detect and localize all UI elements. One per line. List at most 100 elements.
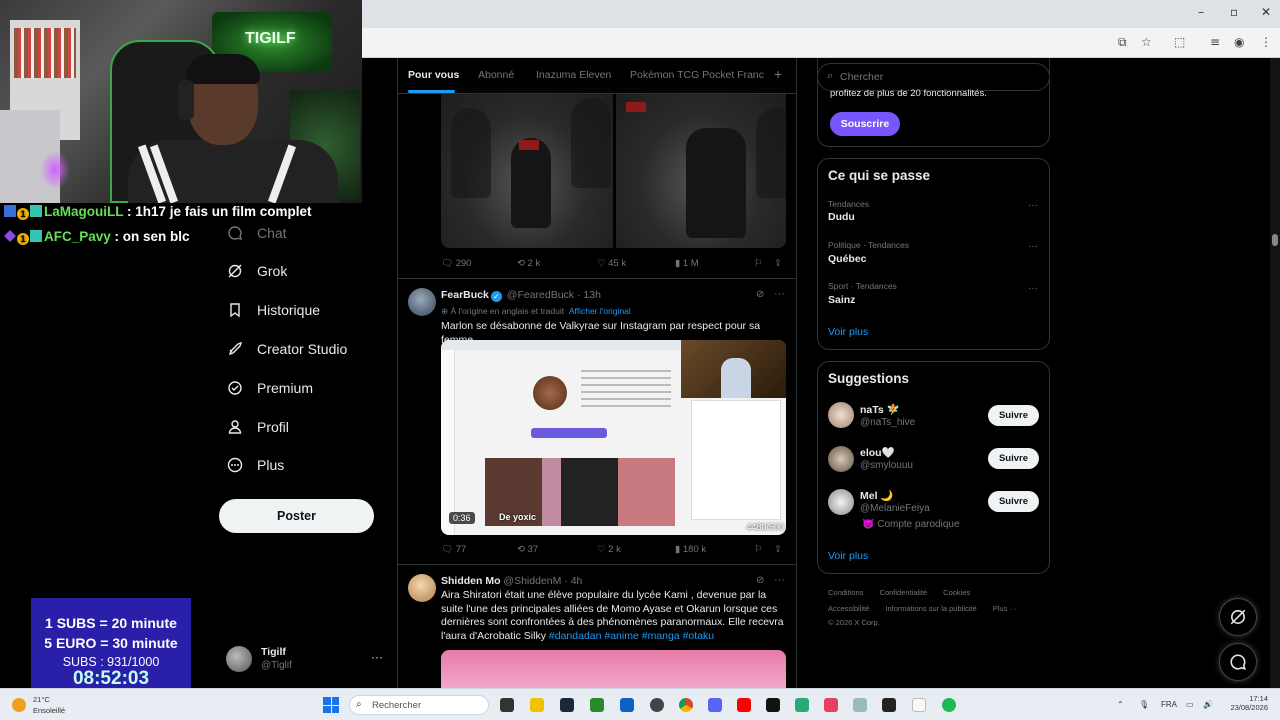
notepad-icon[interactable] bbox=[912, 698, 926, 712]
suggestions-see-more-link[interactable]: Voir plus bbox=[828, 550, 868, 562]
file-explorer-icon[interactable] bbox=[530, 698, 544, 712]
maximize-icon[interactable]: ▫ bbox=[1230, 5, 1238, 19]
grok-icon[interactable]: ⊘ bbox=[756, 289, 764, 300]
bookmark-icon[interactable]: ⚐ bbox=[754, 258, 763, 269]
tweet-video[interactable]: 0:36 De yoxic 4480/500 bbox=[441, 340, 786, 535]
tab-inazuma-eleven[interactable]: Inazuma Eleven bbox=[536, 69, 611, 81]
more-dots-icon[interactable]: ··· bbox=[774, 288, 785, 300]
footer-link[interactable]: Plus ··· bbox=[993, 604, 1017, 613]
more-dots-icon[interactable]: ··· bbox=[1028, 241, 1038, 252]
reply-action[interactable]: 🗨 290 bbox=[441, 258, 472, 269]
nav-item-grok[interactable]: Grok bbox=[226, 257, 287, 285]
show-original-link[interactable]: Afficher l'original bbox=[569, 306, 631, 316]
bookmark-icon[interactable]: ⚐ bbox=[754, 544, 763, 555]
language-indicator[interactable]: FRA bbox=[1161, 700, 1177, 709]
more-dots-icon[interactable]: ··· bbox=[1028, 200, 1038, 211]
tweet-time[interactable]: · 4h bbox=[564, 575, 582, 587]
tab-for-you[interactable]: Pour vous bbox=[408, 69, 459, 81]
tweet-image[interactable] bbox=[441, 88, 613, 248]
avatar[interactable] bbox=[408, 574, 436, 602]
nav-item-plus[interactable]: Plus bbox=[226, 451, 284, 479]
views-action[interactable]: ▮ 180 k bbox=[675, 544, 706, 555]
footer-link[interactable]: Accessibilité bbox=[828, 604, 869, 613]
media-icon[interactable]: ≡ bbox=[1210, 35, 1220, 49]
tweet-author-name[interactable]: FearBuck bbox=[441, 289, 489, 301]
nav-item-creator-studio[interactable]: Creator Studio bbox=[226, 335, 347, 363]
share-icon[interactable]: ⇪ bbox=[774, 258, 782, 269]
tab-pokemon-tcg[interactable]: Pokémon TCG Pocket Franc bbox=[630, 69, 764, 81]
weather-icon[interactable] bbox=[12, 698, 26, 712]
nav-item-premium[interactable]: Premium bbox=[226, 374, 313, 402]
discord-icon[interactable] bbox=[708, 698, 722, 712]
taskbar-search[interactable]: ⌕ Rechercher bbox=[349, 695, 489, 715]
footer-link[interactable]: Cookies bbox=[943, 588, 970, 597]
follow-button[interactable]: Suivre bbox=[988, 405, 1039, 426]
task-view-icon[interactable] bbox=[500, 698, 514, 712]
tweet-time[interactable]: · 13h bbox=[577, 289, 601, 301]
tweet-author-name[interactable]: Shidden Mo bbox=[441, 575, 501, 587]
tweet-divider bbox=[398, 278, 796, 279]
tweet-image[interactable] bbox=[616, 88, 786, 248]
obs-icon[interactable] bbox=[650, 698, 664, 712]
scrollbar[interactable] bbox=[1270, 58, 1280, 688]
app-icon[interactable] bbox=[590, 698, 604, 712]
install-app-icon[interactable]: ⧉ bbox=[1118, 35, 1127, 50]
footer-link[interactable]: Informations sur la publicité bbox=[885, 604, 976, 613]
trends-see-more-link[interactable]: Voir plus bbox=[828, 326, 868, 338]
post-button[interactable]: Poster bbox=[219, 499, 374, 533]
spotify-icon[interactable] bbox=[942, 698, 956, 712]
network-icon[interactable]: ▭ bbox=[1186, 700, 1194, 709]
nav-item-historique[interactable]: Historique bbox=[226, 296, 320, 324]
footer-link[interactable]: Conditions bbox=[828, 588, 863, 597]
more-dots-icon[interactable]: ··· bbox=[774, 574, 785, 586]
tiktok-icon[interactable] bbox=[766, 698, 780, 712]
views-action[interactable]: ▮ 1 M bbox=[675, 258, 699, 269]
more-dots-icon[interactable]: ··· bbox=[1028, 283, 1038, 294]
subscribe-button[interactable]: Souscrire bbox=[830, 112, 900, 136]
tweet-hashtags[interactable]: #dandadan #anime #manga #otaku bbox=[549, 630, 714, 642]
minimize-icon[interactable]: – bbox=[1198, 5, 1204, 19]
microphone-icon[interactable]: 🎙 bbox=[1139, 700, 1149, 709]
footer-link[interactable]: Confidentialité bbox=[880, 588, 928, 597]
tweet-author-handle[interactable]: @FearedBuck bbox=[507, 289, 574, 301]
share-icon[interactable]: ⇪ bbox=[774, 544, 782, 555]
follow-button[interactable]: Suivre bbox=[988, 448, 1039, 469]
steam-icon[interactable] bbox=[560, 698, 574, 712]
retweet-action[interactable]: ⟲ 2 k bbox=[517, 258, 540, 269]
youtube-icon[interactable] bbox=[737, 698, 751, 712]
grok-floating-button[interactable] bbox=[1219, 598, 1257, 636]
like-action[interactable]: ♡ 2 k bbox=[597, 544, 621, 555]
like-action[interactable]: ♡ 45 k bbox=[597, 258, 626, 269]
tweet-author-handle[interactable]: @ShiddenM bbox=[503, 575, 561, 587]
menu-dots-icon[interactable]: ⋮ bbox=[1260, 35, 1272, 49]
extensions-icon[interactable]: ⬚ bbox=[1174, 35, 1185, 49]
reply-action[interactable]: 🗨 77 bbox=[441, 544, 466, 555]
tweet-image[interactable] bbox=[441, 650, 786, 688]
avatar[interactable] bbox=[408, 288, 436, 316]
app-icon[interactable] bbox=[620, 698, 634, 712]
messages-floating-button[interactable] bbox=[1219, 643, 1257, 681]
start-icon[interactable] bbox=[323, 697, 339, 713]
account-icon[interactable]: ◉ bbox=[1234, 35, 1244, 49]
close-icon[interactable]: ✕ bbox=[1261, 5, 1271, 19]
epic-games-icon[interactable] bbox=[882, 698, 896, 712]
follow-button[interactable]: Suivre bbox=[988, 491, 1039, 512]
chat-icon bbox=[226, 224, 244, 242]
grok-icon[interactable]: ⊘ bbox=[756, 575, 764, 586]
nav-item-chat[interactable]: Chat bbox=[226, 219, 287, 247]
account-switcher[interactable]: Tigilf @Tiglif ··· bbox=[226, 644, 386, 674]
star-icon[interactable]: ☆ bbox=[1141, 35, 1152, 49]
app-icon[interactable] bbox=[853, 698, 867, 712]
tab-following[interactable]: Abonné bbox=[478, 69, 514, 81]
clock[interactable]: 17:14 23/08/2026 bbox=[1230, 694, 1268, 712]
scrollbar-thumb[interactable] bbox=[1272, 234, 1278, 246]
volume-icon[interactable]: 🔊 bbox=[1203, 700, 1213, 709]
nav-item-profil[interactable]: Profil bbox=[226, 413, 289, 441]
instagram-icon[interactable] bbox=[824, 698, 838, 712]
retweet-action[interactable]: ⟲ 37 bbox=[517, 544, 538, 555]
add-tab-icon[interactable]: + bbox=[774, 66, 782, 82]
more-dots-icon[interactable]: ··· bbox=[371, 650, 383, 664]
chrome-icon[interactable] bbox=[679, 698, 693, 712]
chevron-up-icon[interactable]: ⌃ bbox=[1117, 700, 1124, 709]
app-icon[interactable] bbox=[795, 698, 809, 712]
